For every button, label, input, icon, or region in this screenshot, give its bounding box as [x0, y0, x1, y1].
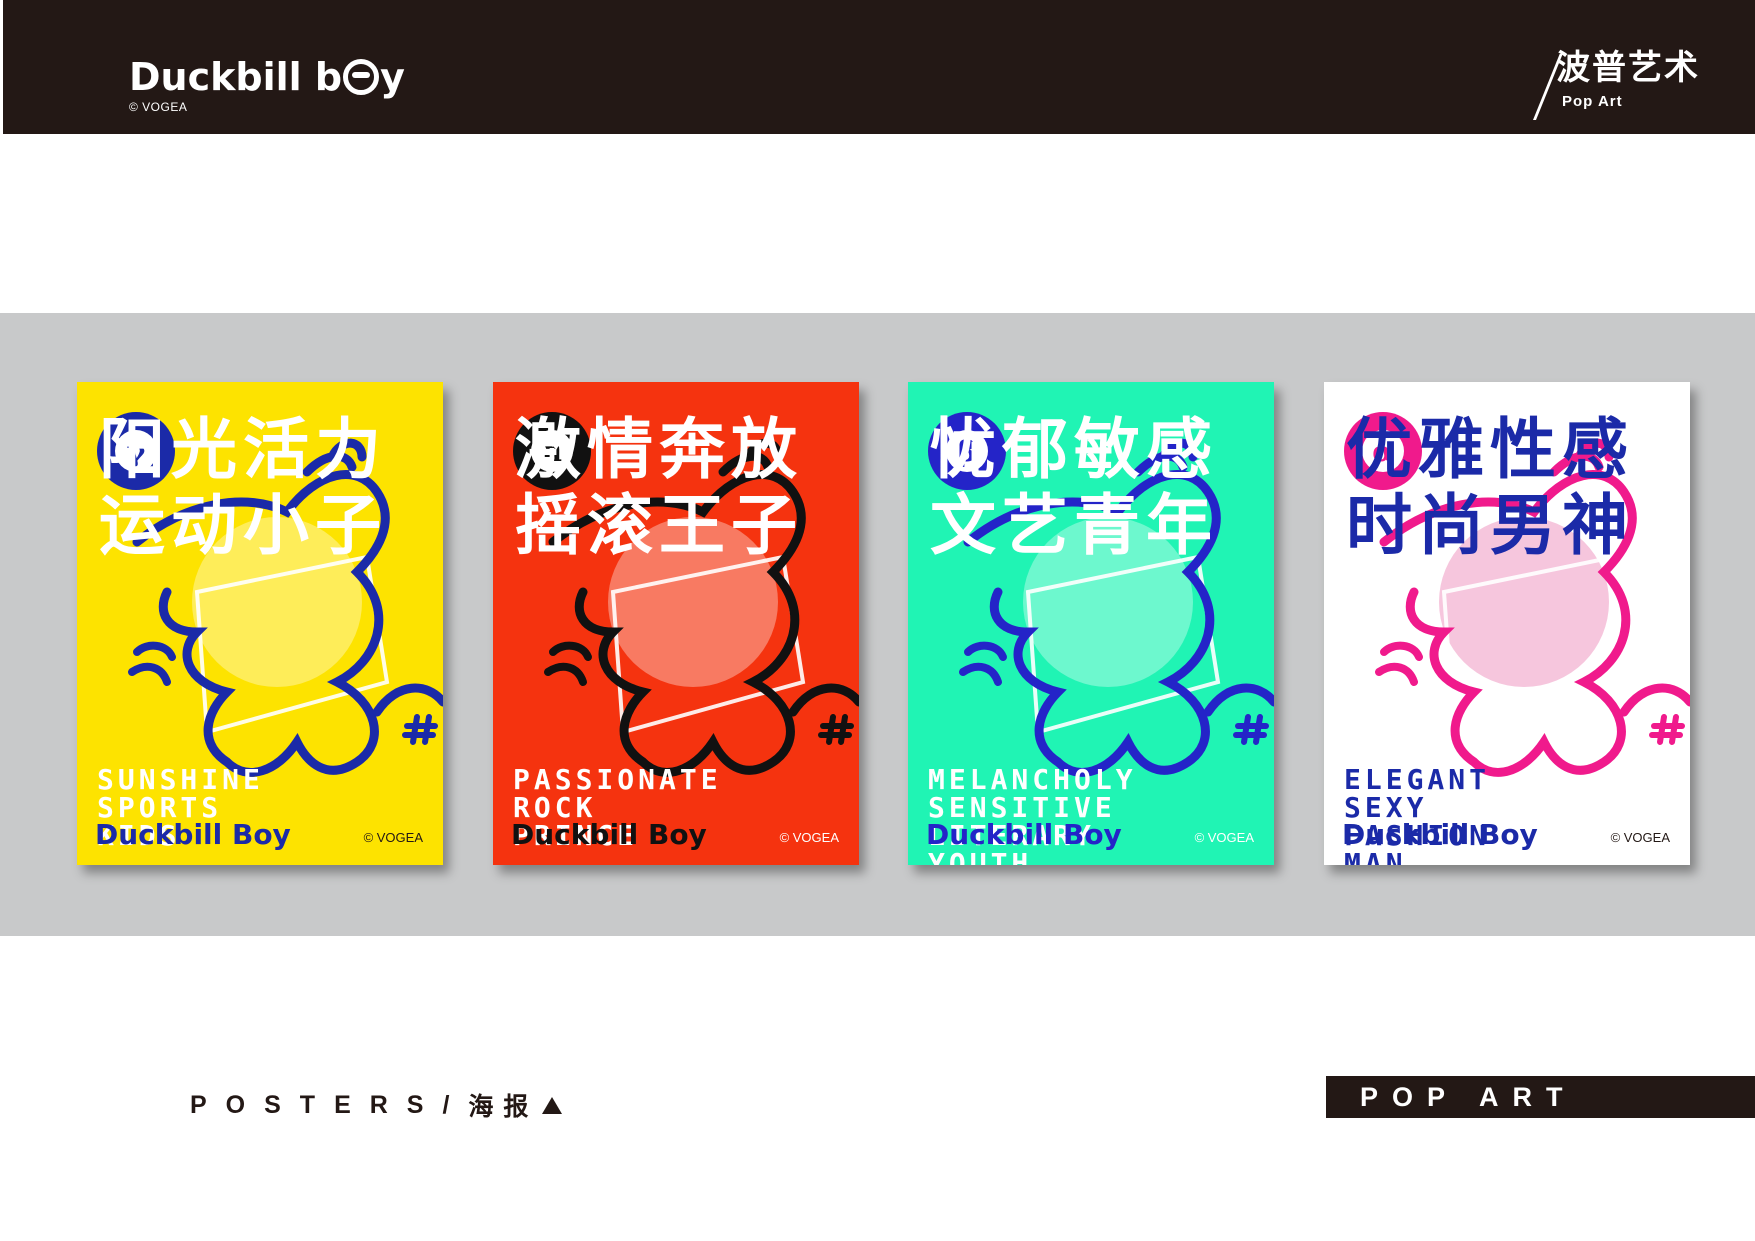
brand-name: Duckbill b y	[129, 58, 405, 96]
poster-title-line: 摇滚王子	[515, 487, 803, 564]
poster-brand: Duckbill Boy	[95, 818, 291, 851]
brand-name-text-end: y	[380, 55, 405, 99]
section-title-en: POSTERS/	[190, 1090, 469, 1119]
poster-title-line: 运动小子	[99, 487, 387, 564]
poster-title-zh: 阳光活力 运动小子	[99, 412, 419, 564]
poster-subtitle-line: SUNSHINE	[97, 763, 264, 796]
brand-copyright: © VOGEA	[129, 100, 188, 114]
poster-copyright: © VOGEA	[363, 830, 423, 845]
poster-title-line: 阳光活力	[99, 411, 387, 488]
section-title: POSTERS/ 海报	[190, 1087, 563, 1123]
poster-copyright: © VOGEA	[1610, 830, 1670, 845]
poster-brand: Duckbill Boy	[1342, 818, 1538, 851]
brand-name-text: Duckbill b	[129, 55, 343, 99]
poster: γ 阳光活力 运动小子 SUNSHINE SPORTS KIDS Duckbill B…	[77, 382, 443, 865]
poster-title-line: 文艺青年	[930, 487, 1218, 564]
poster-subtitle-line: PASSIONATE	[513, 763, 722, 796]
category-label: 波普艺术 Pop Art	[1533, 48, 1700, 120]
pop-art-tag: POP ART	[1326, 1076, 1755, 1118]
category-zh: 波普艺术	[1556, 48, 1700, 88]
poster-title-zh: 激情奔放 摇滚王子	[515, 412, 835, 564]
poster-title-line: 忧郁敏感	[930, 411, 1218, 488]
poster-title-line: 激情奔放	[515, 411, 803, 488]
triangle-icon	[542, 1096, 563, 1114]
poster-subtitle-line: YOUTH	[928, 847, 1033, 866]
poster-brand: Duckbill Boy	[926, 818, 1122, 851]
poster: α 优雅性感 时尚男神 ELEGANT SEXY FASHION MAN Duckbil…	[1324, 382, 1690, 865]
poster-copyright: © VOGEA	[1194, 830, 1254, 845]
poster: β 忧郁敏感 文艺青年 MELANCHOLY SENSITIVE LITERARY YO…	[908, 382, 1274, 865]
brand-logo: Duckbill b y © VOGEA	[129, 58, 405, 114]
poster-title-line: 时尚男神	[1346, 487, 1634, 564]
poster-copyright: © VOGEA	[779, 830, 839, 845]
poster-title-line: 优雅性感	[1346, 411, 1634, 488]
poster-title-zh: 优雅性感 时尚男神	[1346, 412, 1666, 564]
poster-subtitle-line: ELEGANT	[1344, 763, 1491, 796]
category-en: Pop Art	[1562, 93, 1623, 111]
poster-subtitle-line: MAN	[1344, 847, 1407, 866]
poster-title-zh: 忧郁敏感 文艺青年	[930, 412, 1250, 564]
poster: π 激情奔放 摇滚王子 PASSIONATE ROCK PRINCE Duckbill…	[493, 382, 859, 865]
duck-face-icon	[343, 59, 380, 95]
poster-subtitle-line: MELANCHOLY	[928, 763, 1137, 796]
section-title-zh: 海报	[468, 1092, 539, 1121]
header-bar: Duckbill b y © VOGEA 波普艺术 Pop Art	[3, 0, 1755, 134]
poster-brand: Duckbill Boy	[511, 818, 707, 851]
